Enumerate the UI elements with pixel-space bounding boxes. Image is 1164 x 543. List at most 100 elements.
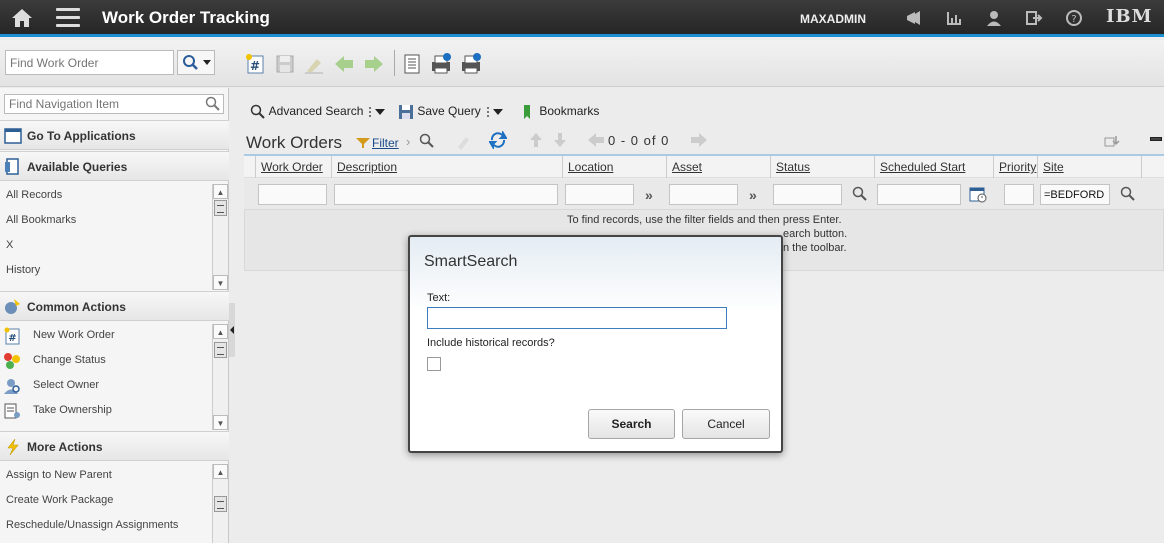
profile-icon[interactable] [985, 9, 1003, 27]
col-asset[interactable]: Asset [672, 160, 702, 174]
download-icon[interactable] [1104, 134, 1120, 151]
filter-scheduled-start-input[interactable] [877, 184, 961, 205]
scroll-thumb[interactable] [214, 342, 227, 358]
sort-up-icon[interactable] [528, 131, 544, 152]
save-query-button[interactable]: Save Query [398, 102, 503, 122]
home-icon[interactable] [10, 7, 34, 29]
print-with-attachments-icon[interactable] [460, 53, 482, 75]
common-actions-scrollbar[interactable]: ▲ ▼ [212, 324, 228, 430]
clear-changes-icon[interactable] [303, 53, 325, 75]
advanced-search-button[interactable]: Advanced Search [250, 102, 386, 122]
print-icon[interactable] [430, 53, 452, 75]
advanced-search-dropdown-icon[interactable] [375, 108, 386, 115]
query-all-records[interactable]: All Records [0, 183, 212, 208]
select-owner-icon [3, 377, 21, 395]
top-header: Work Order Tracking MAXADMIN ? IBM [0, 0, 1164, 37]
action-reschedule-unassign[interactable]: Reschedule/Unassign Assignments [0, 513, 212, 538]
available-queries-header[interactable]: Available Queries [0, 151, 229, 181]
action-assign-to-new-parent[interactable]: Assign to New Parent [0, 463, 212, 488]
action-new-work-order[interactable]: # New Work Order [0, 323, 212, 348]
include-historical-label: Include historical records? [427, 337, 555, 349]
dialog-title: SmartSearch [424, 253, 518, 270]
bulletin-icon[interactable] [905, 9, 923, 27]
scroll-up-arrow[interactable]: ▲ [213, 184, 228, 199]
message-line: To find records, use the filter fields a… [567, 214, 842, 226]
clear-filter-icon[interactable] [455, 132, 473, 153]
next-record-icon[interactable] [363, 53, 385, 75]
toolbar-divider [394, 50, 395, 76]
col-status[interactable]: Status [776, 160, 810, 174]
help-icon[interactable]: ? [1065, 9, 1083, 27]
action-create-work-package[interactable]: Create Work Package [0, 488, 212, 513]
smartsearch-dialog: SmartSearch Text: Include historical rec… [408, 235, 783, 453]
include-historical-checkbox[interactable] [427, 357, 441, 371]
cancel-button[interactable]: Cancel [682, 409, 770, 439]
scroll-thumb[interactable] [214, 496, 227, 512]
find-work-order-input[interactable] [5, 50, 174, 75]
filter-link[interactable]: Filter [372, 136, 399, 150]
table-headers: Work Order Description Location Asset St… [244, 156, 1164, 178]
breadcrumb-chevron-icon: › [406, 134, 411, 149]
app-title: Work Order Tracking [102, 8, 270, 27]
filter-work-order-input[interactable] [258, 184, 327, 205]
site-lookup-icon[interactable] [1120, 186, 1136, 205]
filter-icon [356, 137, 370, 151]
filter-description-input[interactable] [334, 184, 558, 205]
filter-asset-input[interactable] [669, 184, 738, 205]
sign-out-icon[interactable] [1025, 9, 1043, 27]
filter-site-input[interactable] [1040, 184, 1110, 205]
view-list-icon[interactable] [401, 53, 423, 75]
scroll-down-arrow[interactable]: ▼ [213, 275, 228, 290]
action-change-status[interactable]: Change Status [0, 348, 212, 373]
menu-icon[interactable] [56, 8, 80, 28]
action-take-ownership[interactable]: Take Ownership [0, 398, 212, 423]
more-actions-header[interactable]: More Actions [0, 431, 229, 461]
message-line: earch button. [783, 228, 848, 240]
refresh-icon[interactable] [488, 129, 508, 152]
go-to-applications-header[interactable]: Go To Applications [0, 120, 229, 150]
col-work-order[interactable]: Work Order [261, 160, 323, 174]
col-site[interactable]: Site [1043, 160, 1064, 174]
save-icon[interactable] [274, 53, 296, 75]
ibm-logo: IBM [1106, 6, 1153, 27]
col-scheduled-start[interactable]: Scheduled Start [880, 160, 965, 174]
location-detail-chevron-icon[interactable]: » [645, 187, 653, 203]
search-dropdown-button[interactable] [177, 50, 215, 75]
more-actions-scrollbar[interactable]: ▲ [212, 464, 228, 543]
new-work-order-icon: # [3, 327, 21, 345]
filter-priority-input[interactable] [1004, 184, 1034, 205]
scroll-thumb[interactable] [214, 200, 227, 216]
find-nav-search-icon[interactable] [205, 96, 221, 115]
common-actions-header[interactable]: Common Actions [0, 291, 229, 321]
query-x[interactable]: X [0, 233, 212, 258]
save-query-dropdown-icon[interactable] [492, 108, 503, 115]
calendar-icon[interactable] [969, 185, 987, 206]
previous-record-icon[interactable] [333, 53, 355, 75]
col-description[interactable]: Description [337, 160, 397, 174]
scroll-up-arrow[interactable]: ▲ [213, 464, 228, 479]
find-navigation-input[interactable] [4, 94, 224, 114]
table-search-icon[interactable] [419, 133, 435, 152]
scroll-down-arrow[interactable]: ▼ [213, 415, 228, 430]
search-button[interactable]: Search [588, 409, 675, 439]
smartsearch-text-input[interactable] [427, 307, 727, 329]
minimize-table-icon[interactable] [1150, 137, 1162, 141]
bookmarks-button[interactable]: Bookmarks [522, 102, 599, 122]
scroll-up-arrow[interactable]: ▲ [213, 324, 228, 339]
next-page-icon[interactable] [690, 132, 708, 151]
queries-scrollbar[interactable]: ▲ ▼ [212, 184, 228, 290]
reports-icon[interactable] [945, 9, 963, 27]
user-name: MAXADMIN [800, 12, 866, 26]
sort-down-icon[interactable] [552, 131, 568, 152]
asset-detail-chevron-icon[interactable]: » [749, 187, 757, 203]
previous-page-icon[interactable] [587, 132, 605, 151]
query-history[interactable]: History [0, 258, 212, 283]
col-priority[interactable]: Priority [999, 160, 1036, 174]
filter-location-input[interactable] [565, 184, 634, 205]
action-select-owner[interactable]: Select Owner [0, 373, 212, 398]
filter-status-input[interactable] [773, 184, 842, 205]
status-lookup-icon[interactable] [852, 186, 868, 205]
new-record-icon[interactable]: # [244, 53, 266, 75]
query-all-bookmarks[interactable]: All Bookmarks [0, 208, 212, 233]
col-location[interactable]: Location [568, 160, 613, 174]
